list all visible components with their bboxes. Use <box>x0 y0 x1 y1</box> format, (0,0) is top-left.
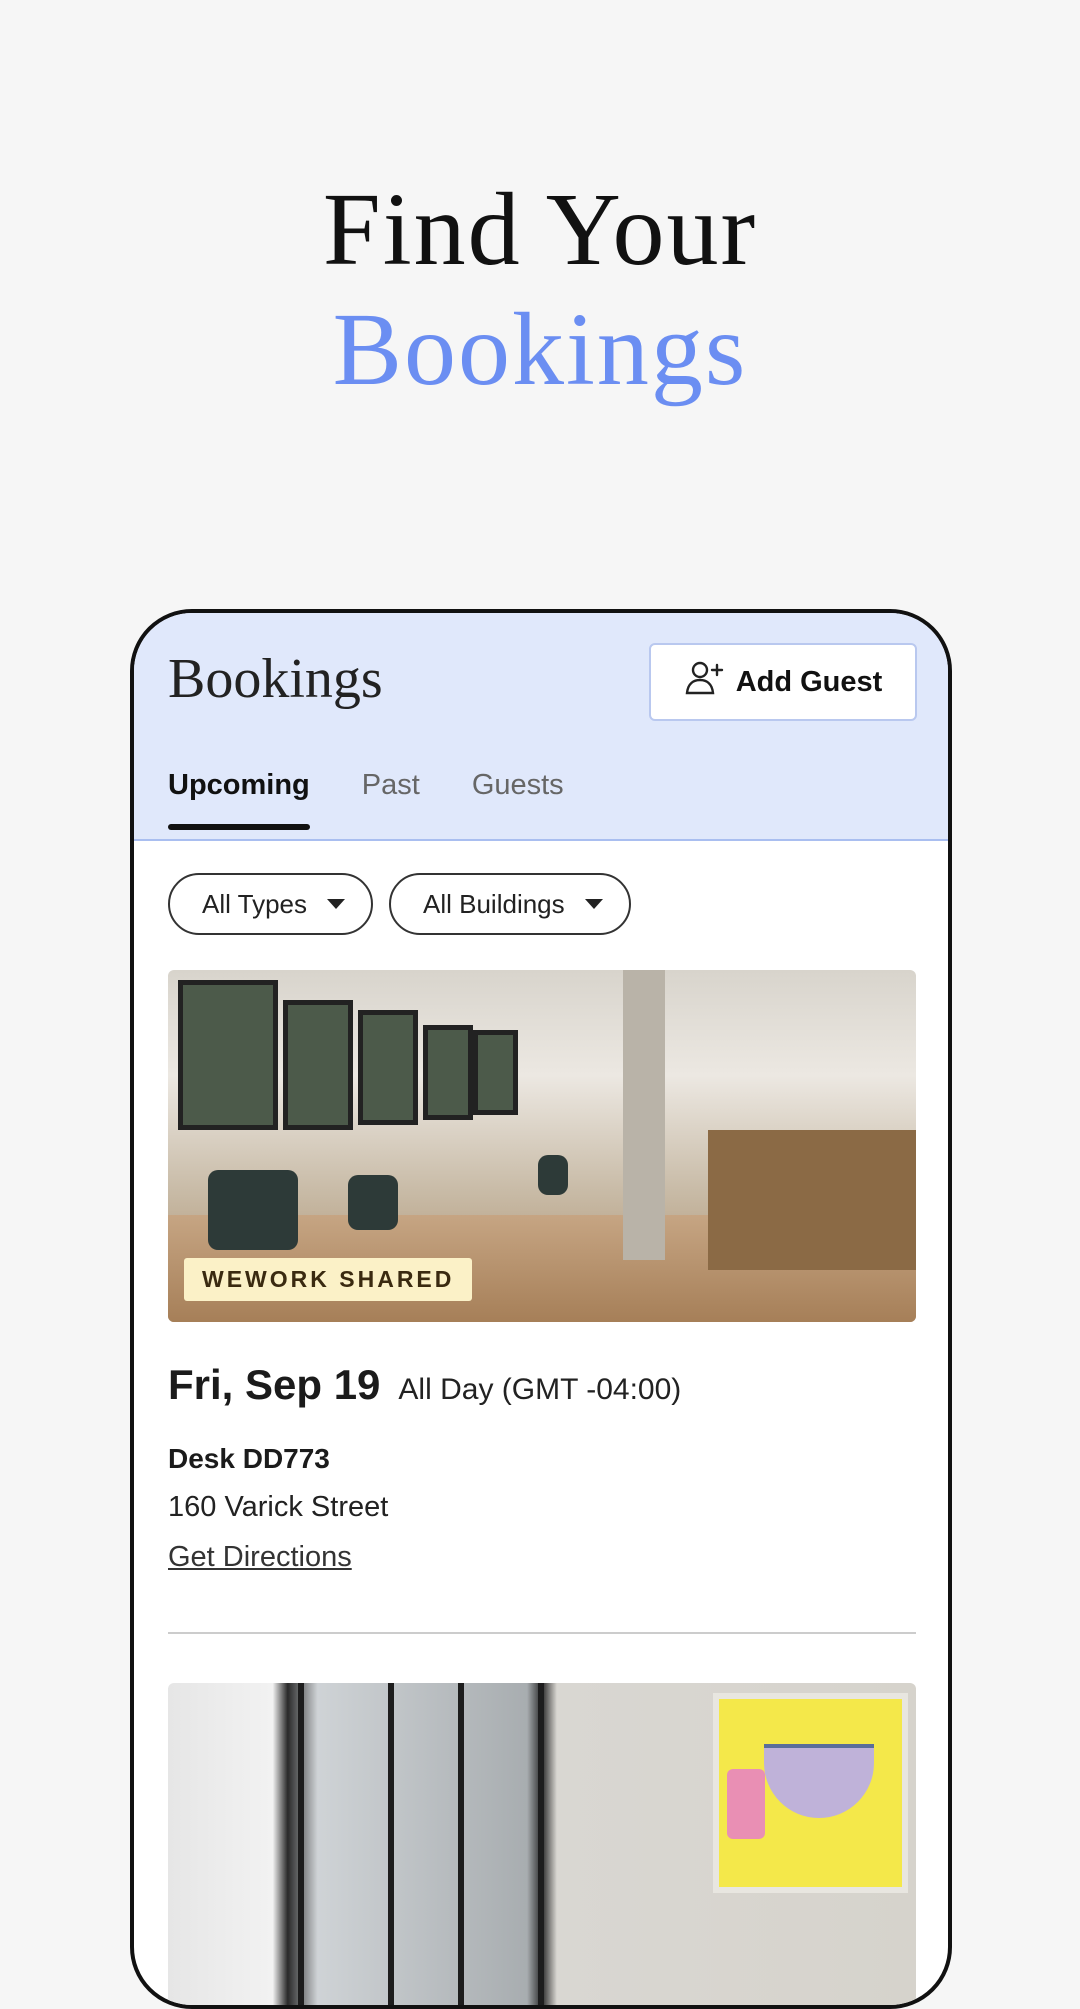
hero-title: Find Your Bookings <box>0 170 1080 410</box>
booking-photo-2[interactable] <box>168 1683 916 2005</box>
booking-desk: Desk DD773 <box>168 1443 330 1474</box>
tab-bar: Upcoming Past Guests <box>168 769 564 830</box>
photo-poster-can <box>727 1769 765 1839</box>
photo-glass-frame <box>538 1683 544 2005</box>
hero-line-1: Find Your <box>322 172 758 287</box>
photo-pillar <box>623 970 665 1260</box>
phone-frame: Bookings Add Guest Upcoming Past Guests … <box>130 609 952 2009</box>
photo-window <box>473 1030 518 1115</box>
add-guest-button[interactable]: Add Guest <box>649 643 917 721</box>
caret-down-icon <box>584 899 603 909</box>
filter-bar: All Types All Buildings <box>168 873 631 935</box>
caret-down-icon <box>327 899 346 909</box>
booking-date-row: Fri, Sep 19 All Day (GMT -04:00) <box>168 1361 681 1409</box>
photo-poster-bowl <box>764 1744 874 1818</box>
photo-glass-frame <box>298 1683 304 2005</box>
photo-glass-frame <box>388 1683 394 2005</box>
app-header: Bookings Add Guest Upcoming Past Guests <box>134 613 948 841</box>
photo-window <box>283 1000 353 1130</box>
photo-glass-frame <box>458 1683 464 2005</box>
add-guest-label: Add Guest <box>735 665 883 698</box>
filter-all-buildings[interactable]: All Buildings <box>389 873 631 935</box>
card-divider <box>168 1632 916 1634</box>
filter-label: All Buildings <box>423 888 565 919</box>
photo-chair <box>208 1170 298 1250</box>
booking-time: All Day (GMT -04:00) <box>398 1373 682 1406</box>
photo-window <box>178 980 278 1130</box>
booking-date: Fri, Sep 19 <box>168 1361 381 1408</box>
photo-window <box>358 1010 418 1125</box>
space-type-badge: WEWORK SHARED <box>184 1258 473 1301</box>
photo-chair <box>538 1155 568 1195</box>
photo-window <box>423 1025 473 1120</box>
booking-address: 160 Varick Street <box>168 1491 389 1523</box>
photo-chair <box>348 1175 398 1230</box>
filter-label: All Types <box>202 888 308 919</box>
photo-counter <box>708 1130 916 1270</box>
booking-photo[interactable]: WEWORK SHARED <box>168 970 916 1322</box>
add-person-icon <box>684 659 726 705</box>
page-title: Bookings <box>168 648 383 710</box>
photo-poster <box>713 1693 908 1893</box>
tab-past[interactable]: Past <box>362 769 420 828</box>
filter-all-types[interactable]: All Types <box>168 873 374 935</box>
tab-guests[interactable]: Guests <box>472 769 564 828</box>
get-directions-link[interactable]: Get Directions <box>168 1541 352 1574</box>
hero-line-2: Bookings <box>332 292 748 407</box>
tab-upcoming[interactable]: Upcoming <box>168 769 310 830</box>
